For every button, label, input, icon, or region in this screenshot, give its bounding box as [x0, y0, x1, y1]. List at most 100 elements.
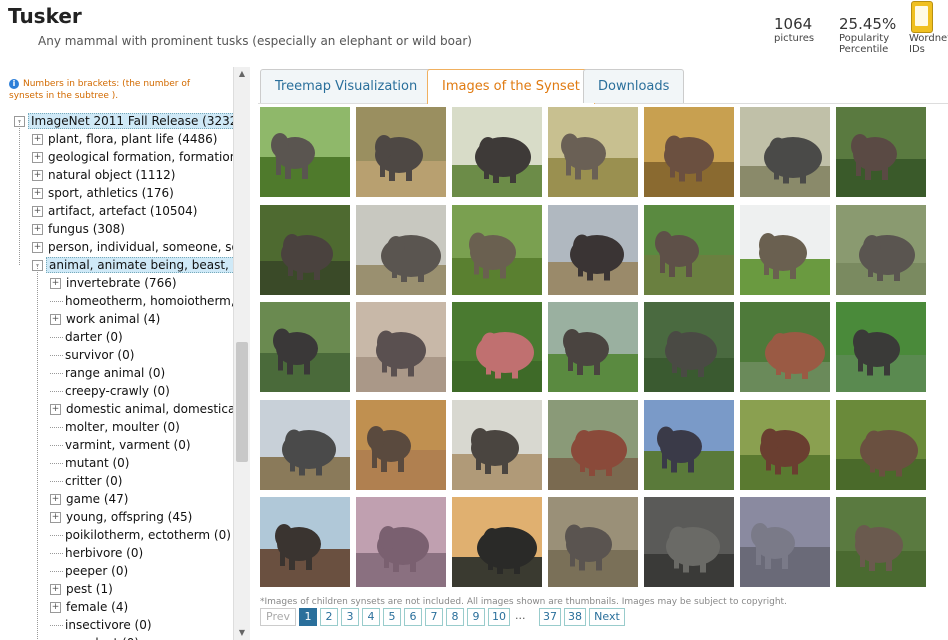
tree-node-label[interactable]: homeotherm, homoiotherm, homotherm (0): [63, 294, 250, 308]
tree-node[interactable]: homeotherm, homoiotherm, homotherm (0): [50, 292, 250, 310]
elephant-thumbnail[interactable]: [356, 107, 446, 197]
expand-icon[interactable]: +: [32, 242, 43, 253]
page-6-button[interactable]: 6: [404, 608, 422, 626]
tree-node-label[interactable]: sport, athletics (176): [46, 186, 176, 200]
tree-node-label[interactable]: natural object (1112): [46, 168, 177, 182]
page-2-button[interactable]: 2: [320, 608, 338, 626]
elephant-thumbnail[interactable]: [740, 204, 830, 295]
page-4-button[interactable]: 4: [362, 608, 380, 626]
tree-node-label[interactable]: molter, moulter (0): [63, 420, 182, 434]
scroll-up-arrow-icon[interactable]: ▲: [234, 67, 250, 81]
tree-node[interactable]: + plant, flora, plant life (4486): [32, 130, 219, 148]
elephant-thumbnail[interactable]: [260, 107, 350, 197]
tree-node-label[interactable]: herbivore (0): [63, 546, 145, 560]
tree-node[interactable]: + female (4): [50, 598, 130, 616]
sidebar-scrollbar[interactable]: ▲ ▼: [233, 67, 250, 640]
tree-node[interactable]: range animal (0): [50, 364, 167, 382]
tree-node[interactable]: mutant (0): [50, 454, 131, 472]
tree-node-label[interactable]: range animal (0): [63, 366, 167, 380]
elephant-thumbnail[interactable]: [644, 204, 734, 295]
tree-node-label[interactable]: invertebrate (766): [64, 276, 179, 290]
tree-node-label[interactable]: work animal (4): [64, 312, 162, 326]
tree-node-label[interactable]: game (47): [64, 492, 131, 506]
expand-icon[interactable]: +: [32, 206, 43, 217]
page-7-button[interactable]: 7: [425, 608, 443, 626]
expand-icon[interactable]: +: [50, 404, 61, 415]
tree-node-label[interactable]: insectivore (0): [63, 618, 154, 632]
elephant-thumbnail[interactable]: [356, 302, 446, 392]
tree-node-label[interactable]: mutant (0): [63, 456, 131, 470]
elephant-thumbnail[interactable]: [260, 204, 350, 295]
tree-node[interactable]: + invertebrate (766): [50, 274, 179, 292]
page-9-button[interactable]: 9: [467, 608, 485, 626]
tree-node-label[interactable]: fungus (308): [46, 222, 127, 236]
elephant-thumbnail[interactable]: [260, 302, 350, 392]
tree-node-label[interactable]: young, offspring (45): [64, 510, 194, 524]
expand-icon[interactable]: +: [32, 152, 43, 163]
expand-icon[interactable]: +: [50, 494, 61, 505]
tab-images-of-the-synset[interactable]: Images of the Synset: [427, 69, 595, 104]
elephant-thumbnail[interactable]: [740, 302, 830, 392]
tree-node[interactable]: + young, offspring (45): [50, 508, 194, 526]
elephant-thumbnail[interactable]: [836, 107, 926, 197]
tree-node-label[interactable]: poikilotherm, ectotherm (0): [63, 528, 233, 542]
page-37-button[interactable]: 37: [539, 608, 561, 626]
elephant-thumbnail[interactable]: [836, 302, 926, 392]
tree-node-label[interactable]: creepy-crawly (0): [63, 384, 172, 398]
wordnet-stat[interactable]: Wordnet IDs: [909, 33, 948, 55]
tree-node-label[interactable]: varmint, varment (0): [63, 438, 193, 452]
tree-node[interactable]: + game (47): [50, 490, 131, 508]
tree-node[interactable]: - ImageNet 2011 Fall Release (32326): [14, 112, 250, 130]
tree-node[interactable]: critter (0): [50, 472, 124, 490]
elephant-thumbnail[interactable]: [740, 399, 830, 490]
tree-node[interactable]: acrodont (0): [50, 634, 141, 640]
wordnet-notepad-icon[interactable]: [911, 1, 933, 33]
tree-node[interactable]: + work animal (4): [50, 310, 162, 328]
page-38-button[interactable]: 38: [564, 608, 586, 626]
tree-node-label[interactable]: acrodont (0): [63, 636, 141, 640]
expand-icon[interactable]: +: [50, 512, 61, 523]
tree-node-label[interactable]: peeper (0): [63, 564, 130, 578]
tree-node[interactable]: + pest (1): [50, 580, 115, 598]
tree-node[interactable]: +geological formation, formation (175): [32, 148, 250, 166]
tree-node[interactable]: -animal, animate being, beast, brute, cr…: [32, 256, 250, 274]
expand-icon[interactable]: +: [50, 602, 61, 613]
elephant-thumbnail[interactable]: [356, 204, 446, 295]
elephant-thumbnail[interactable]: [452, 302, 542, 392]
elephant-thumbnail[interactable]: [740, 497, 830, 587]
tree-node[interactable]: varmint, varment (0): [50, 436, 193, 454]
tree-node[interactable]: insectivore (0): [50, 616, 154, 634]
elephant-thumbnail[interactable]: [452, 399, 542, 490]
elephant-thumbnail[interactable]: [644, 497, 734, 587]
expand-icon[interactable]: +: [50, 278, 61, 289]
tree-node[interactable]: creepy-crawly (0): [50, 382, 172, 400]
elephant-thumbnail[interactable]: [836, 204, 926, 295]
elephant-thumbnail[interactable]: [452, 204, 542, 295]
tree-node-label[interactable]: artifact, artefact (10504): [46, 204, 199, 218]
tab-downloads[interactable]: Downloads: [583, 69, 685, 103]
elephant-thumbnail[interactable]: [836, 399, 926, 490]
expand-icon[interactable]: +: [32, 134, 43, 145]
elephant-thumbnail[interactable]: [644, 399, 734, 490]
tree-node-label[interactable]: ImageNet 2011 Fall Release (32326): [28, 113, 250, 129]
elephant-thumbnail[interactable]: [452, 497, 542, 587]
page-1-button[interactable]: 1: [299, 608, 317, 626]
tree-node[interactable]: + natural object (1112): [32, 166, 177, 184]
expand-icon[interactable]: +: [50, 314, 61, 325]
expand-icon[interactable]: +: [32, 170, 43, 181]
tree-node-label[interactable]: animal, animate being, beast, brute, cre…: [46, 257, 250, 273]
tab-treemap-visualization[interactable]: Treemap Visualization: [260, 69, 433, 103]
tree-node[interactable]: + sport, athletics (176): [32, 184, 176, 202]
page-5-button[interactable]: 5: [383, 608, 401, 626]
scroll-down-arrow-icon[interactable]: ▼: [234, 626, 250, 640]
next-page-button[interactable]: Next: [589, 608, 625, 626]
tree-node-label[interactable]: geological formation, formation (175): [46, 150, 250, 164]
elephant-thumbnail[interactable]: [548, 399, 638, 490]
tree-node-label[interactable]: pest (1): [64, 582, 115, 596]
elephant-thumbnail[interactable]: [260, 399, 350, 490]
expand-icon[interactable]: +: [32, 188, 43, 199]
elephant-thumbnail[interactable]: [548, 497, 638, 587]
tree-node-label[interactable]: survivor (0): [63, 348, 136, 362]
tree-node[interactable]: + artifact, artefact (10504): [32, 202, 199, 220]
page-3-button[interactable]: 3: [341, 608, 359, 626]
